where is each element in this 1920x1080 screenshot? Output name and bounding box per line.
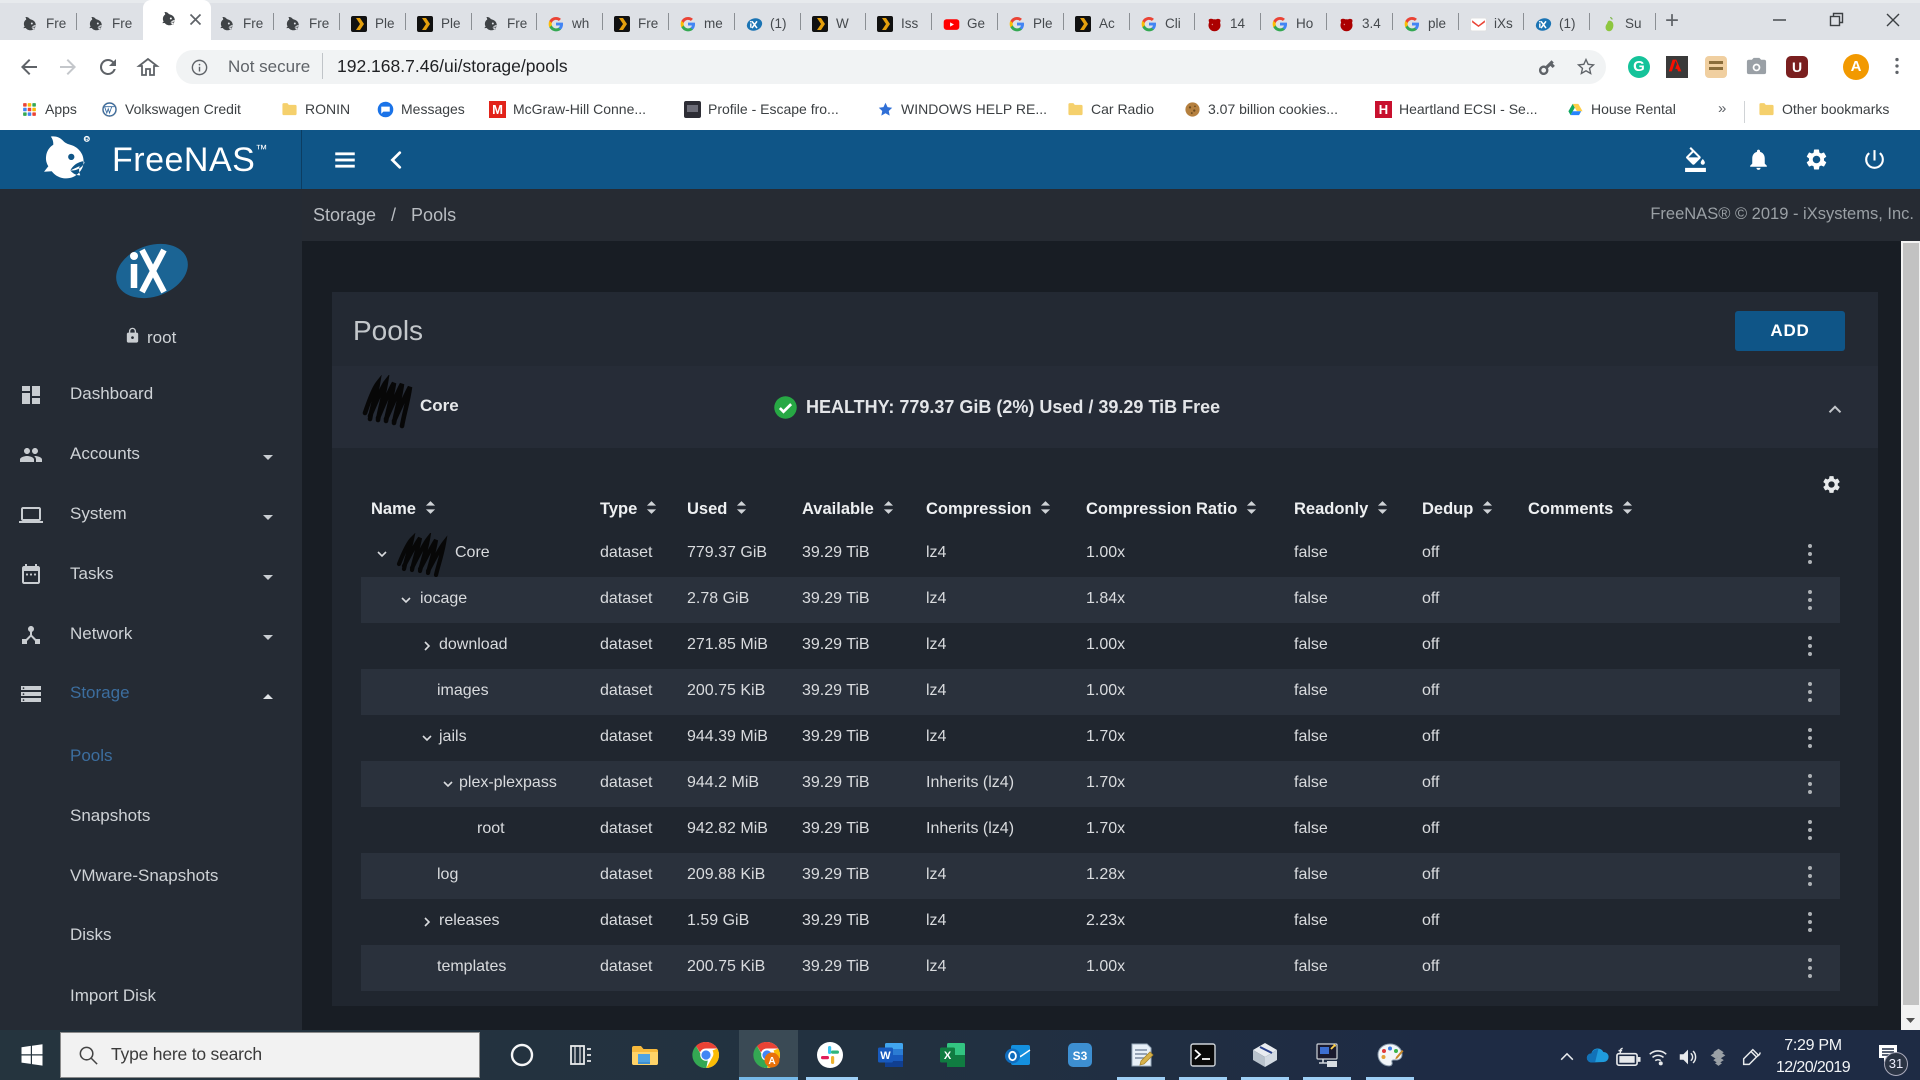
svg-text:W: W (880, 1050, 891, 1062)
svg-text:X: X (944, 1050, 952, 1062)
svg-text:R: R (85, 137, 89, 143)
svg-text:S3: S3 (1073, 1049, 1088, 1063)
svg-text:A: A (768, 1056, 775, 1067)
